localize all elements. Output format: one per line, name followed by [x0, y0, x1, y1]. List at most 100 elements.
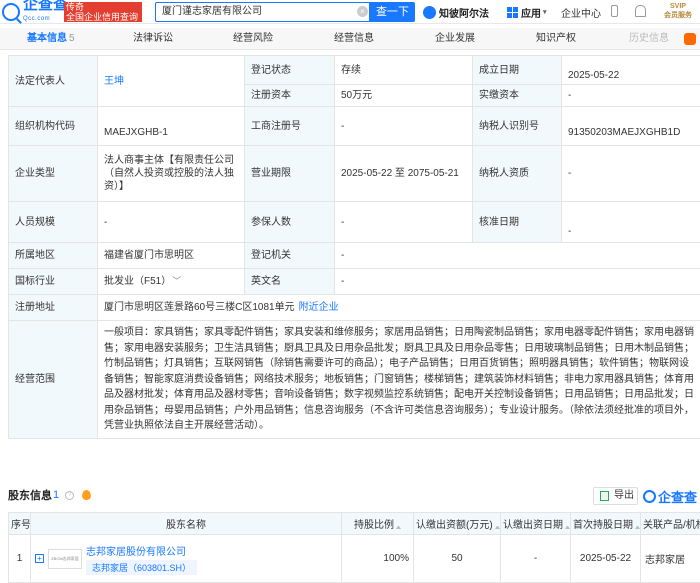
- address-cell: 厦门市思明区莲景路60号三楼C区1081单元附近企业: [98, 295, 700, 321]
- reg-status-label: 登记状态: [245, 56, 335, 85]
- sort-icon: [635, 522, 640, 529]
- search-button[interactable]: 查一下: [370, 2, 415, 22]
- taxpayer-qual-label: 纳税人资质: [473, 146, 562, 202]
- export-button[interactable]: 导出: [593, 487, 638, 505]
- logo-sub: Qcc.com: [23, 12, 68, 26]
- bell-icon[interactable]: [635, 5, 646, 17]
- col-amount[interactable]: 认缴出资额(万元): [414, 513, 501, 535]
- sort-icon: [495, 522, 500, 529]
- legal-rep-link[interactable]: 王坤: [104, 76, 124, 87]
- history-badge-icon: [684, 33, 696, 45]
- address-label: 注册地址: [9, 295, 98, 321]
- first-date-value: 2025-05-22: [571, 535, 641, 583]
- clear-icon[interactable]: ×: [357, 6, 368, 17]
- shareholders-table: 序号 股东名称 持股比例 认缴出资额(万元) 认缴出资日期 首次持股日期 关联产…: [8, 512, 700, 583]
- biz-term-value: 2025-05-22 至 2075-05-21: [335, 146, 473, 202]
- scope-label: 经营范围: [9, 321, 98, 439]
- reg-capital-label: 注册资本: [245, 85, 335, 107]
- stock-tag[interactable]: 志邦家居（603801.SH）: [86, 560, 197, 575]
- org-code-value: MAEJXGHB-1: [98, 107, 245, 146]
- legal-rep-label: 法定代表人: [9, 56, 98, 107]
- tab-ip[interactable]: 知识产权: [536, 28, 576, 50]
- taxpayer-qual-value: -: [562, 146, 700, 202]
- row-index: 1: [9, 535, 31, 583]
- nearby-companies-link[interactable]: 附近企业: [299, 302, 339, 313]
- shareholder-name-link[interactable]: 志邦家居股份有限公司: [86, 543, 197, 558]
- col-index: 序号: [9, 513, 31, 535]
- biz-reg-no-label: 工商注册号: [245, 107, 335, 146]
- product-link[interactable]: 志邦家居: [641, 535, 700, 583]
- chevron-down-icon: ▾: [543, 8, 547, 16]
- nav-zhibi-label: 知彼阿尔法: [439, 5, 489, 20]
- industry-value: 批发业（F51）: [104, 276, 166, 287]
- phone-icon[interactable]: [611, 5, 618, 17]
- col-sub-date[interactable]: 认缴出资日期: [501, 513, 571, 535]
- company-type-value: 法人商事主体【有限责任公司（自然人投资或控股的法人独资）】: [98, 146, 245, 202]
- ratio-value: 100%: [342, 535, 414, 583]
- tab-business-info[interactable]: 经营信息: [334, 28, 374, 50]
- search-input[interactable]: 厦门谨志家居有限公司: [155, 2, 370, 22]
- reg-authority-value: -: [335, 243, 700, 269]
- reg-authority-label: 登记机关: [245, 243, 335, 269]
- biz-reg-no-value: -: [335, 107, 473, 146]
- shareholders-count: 1: [53, 489, 59, 501]
- company-logo: ZBOM志邦家居: [48, 549, 82, 569]
- industry-label: 国标行业: [9, 269, 98, 295]
- tab-history[interactable]: 历史信息: [629, 28, 669, 50]
- export-label: 导出: [614, 490, 634, 501]
- sort-icon: [565, 522, 570, 529]
- tab-litigation[interactable]: 法律诉讼: [133, 28, 173, 50]
- excel-icon: [600, 491, 609, 501]
- sort-icon: [396, 522, 401, 529]
- english-name-label: 英文名: [245, 269, 335, 295]
- tab-basic-info[interactable]: 基本信息5: [27, 28, 75, 50]
- col-name: 股东名称: [31, 513, 342, 535]
- sub-date-value: -: [501, 535, 571, 583]
- tab-business-risk[interactable]: 经营风险: [233, 28, 273, 50]
- svip-button[interactable]: SVIP 会员服务: [658, 2, 698, 22]
- shareholders-title: 股东信息: [8, 487, 52, 503]
- amount-value: 50: [414, 535, 501, 583]
- qcc-logo-icon: [2, 3, 20, 21]
- biz-term-label: 营业期限: [245, 146, 335, 202]
- company-type-label: 企业类型: [9, 146, 98, 202]
- help-icon[interactable]: ?: [65, 491, 74, 500]
- industry-cell[interactable]: 批发业（F51） ﹀: [98, 269, 245, 295]
- nav-zhibi-alpha[interactable]: 知彼阿尔法: [423, 4, 489, 20]
- nav-app-menu[interactable]: 应用 ▾: [507, 4, 547, 20]
- qcc-logo[interactable]: 企查查Qcc.com: [2, 2, 68, 22]
- expand-icon[interactable]: +: [35, 554, 44, 563]
- qcc-watermark-text: 企查查: [658, 487, 697, 506]
- staff-size-label: 人员规模: [9, 202, 98, 243]
- shareholders-header: 股东信息 1 ?: [8, 487, 91, 503]
- address-value: 厦门市思明区莲景路60号三楼C区1081单元: [104, 302, 295, 313]
- est-date-value: 2025-05-22: [562, 56, 700, 85]
- col-ratio[interactable]: 持股比例: [342, 513, 414, 535]
- basic-info-table: 法定代表人 王坤 登记状态 存续 成立日期 2025-05-22 注册资本 50…: [8, 55, 700, 439]
- app-grid-icon: [507, 7, 518, 18]
- fire-icon: [82, 490, 91, 500]
- table-row: 1 + ZBOM志邦家居 志邦家居股份有限公司 志邦家居（603801.SH） …: [9, 535, 700, 583]
- slogan-badge: 传奇 全国企业信用查询: [64, 2, 142, 22]
- top-bar: 企查查Qcc.com 传奇 全国企业信用查询 厦门谨志家居有限公司 × 查一下 …: [0, 0, 700, 24]
- taxpayer-id-label: 纳税人识别号: [473, 107, 562, 146]
- tab-development[interactable]: 企业发展: [435, 28, 475, 50]
- col-product: 关联产品/机构: [641, 513, 700, 535]
- paid-capital-value: -: [562, 85, 700, 107]
- english-name-value: -: [335, 269, 700, 295]
- col-first-date[interactable]: 首次持股日期: [571, 513, 641, 535]
- shareholder-cell: + ZBOM志邦家居 志邦家居股份有限公司 志邦家居（603801.SH）: [31, 535, 342, 583]
- approval-date-value: -: [562, 202, 700, 243]
- scope-value: 一般项目：家具销售；家具零配件销售；家具安装和维修服务；家居用品销售；日用陶瓷制…: [98, 321, 700, 439]
- staff-size-value: -: [98, 202, 245, 243]
- vip-line1: SVIP: [658, 2, 698, 11]
- nav-enterprise-center[interactable]: 企业中心: [561, 5, 601, 20]
- region-label: 所属地区: [9, 243, 98, 269]
- reg-status-value: 存续: [335, 56, 473, 85]
- insured-value: -: [335, 202, 473, 243]
- insured-label: 参保人数: [245, 202, 335, 243]
- section-tabs: 基本信息5 法律诉讼 经营风险 经营信息 企业发展 知识产权 历史信息: [0, 28, 700, 50]
- paid-capital-label: 实缴资本: [473, 85, 562, 107]
- slogan-line1: 传奇: [66, 2, 140, 12]
- chevron-down-icon: ﹀: [172, 276, 181, 286]
